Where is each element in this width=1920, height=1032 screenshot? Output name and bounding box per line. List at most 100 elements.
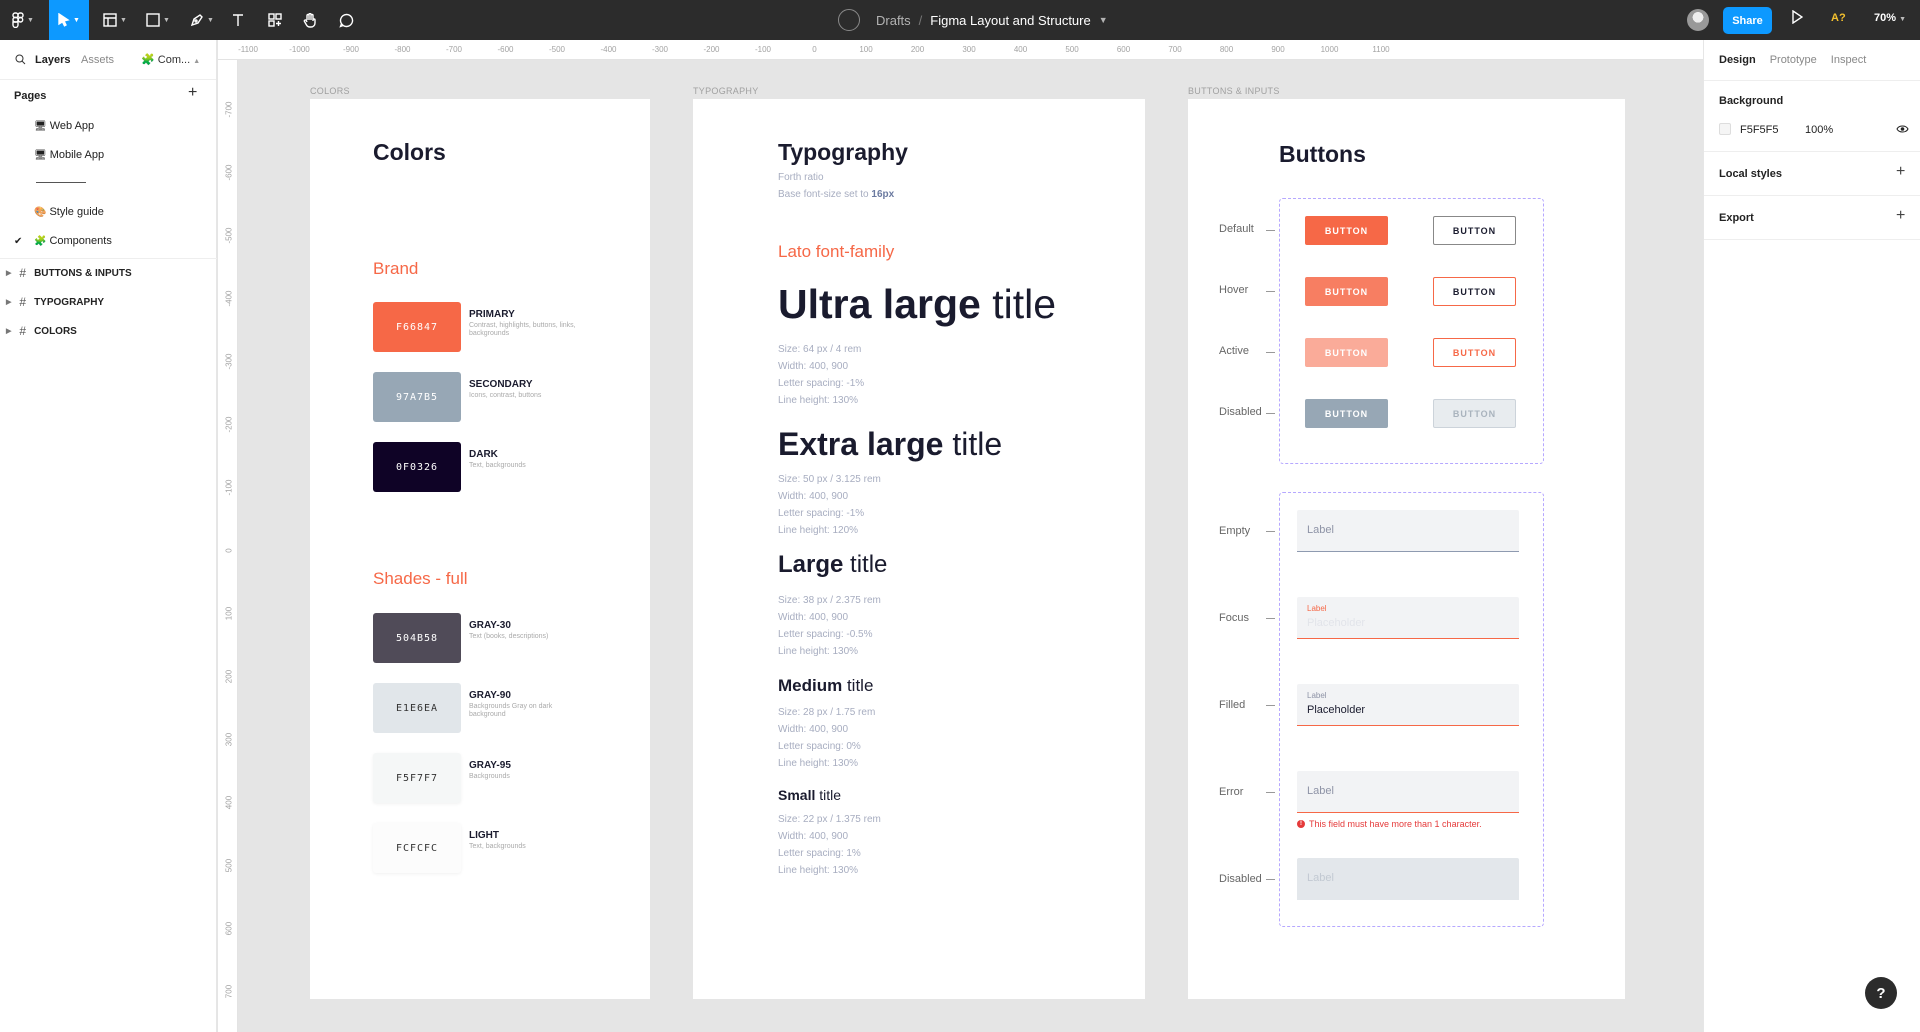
type-spec-line: Line height: 130% bbox=[778, 646, 859, 657]
frame-tool-button[interactable]: ▼ bbox=[96, 0, 134, 40]
secondary-button[interactable]: BUTTON bbox=[1433, 399, 1516, 428]
color-swatch[interactable]: E1E6EA bbox=[373, 683, 461, 733]
caret-right-icon[interactable]: ▶ bbox=[6, 298, 11, 306]
zoom-dropdown[interactable]: 70% ▼ bbox=[1874, 12, 1906, 24]
color-swatch[interactable]: 97A7B5 bbox=[373, 372, 461, 422]
page-label: Components bbox=[49, 235, 112, 247]
desktop-icon: 🖥 bbox=[34, 121, 47, 132]
ruler-tick-label: -700 bbox=[224, 101, 234, 118]
text-input[interactable]: Label bbox=[1297, 771, 1519, 813]
type-sample-regular: title bbox=[943, 426, 1003, 462]
pen-tool-button[interactable]: ▼ bbox=[183, 0, 221, 40]
background-opacity-input[interactable]: 100% bbox=[1805, 124, 1833, 136]
ruler-tick-label: 100 bbox=[224, 606, 234, 621]
page-mobile-app[interactable]: 🖥 Mobile App bbox=[34, 149, 104, 161]
add-export-icon[interactable]: + bbox=[1896, 207, 1905, 225]
color-swatch[interactable]: 0F0326 bbox=[373, 442, 461, 492]
type-spec-line: Letter spacing: -1% bbox=[778, 508, 865, 519]
type-spec-line: Size: 22 px / 1.375 rem bbox=[778, 814, 881, 825]
frame-label-typography[interactable]: TYPOGRAPHY bbox=[693, 86, 759, 96]
page-web-app[interactable]: 🖥 Web App bbox=[34, 120, 94, 132]
colors-frame[interactable]: Colors Brand F66847 PRIMARY Contrast, high… bbox=[310, 99, 650, 999]
right-panel: Design Prototype Inspect Background F5F5… bbox=[1703, 40, 1920, 1032]
color-name: DARK bbox=[469, 449, 498, 460]
search-icon[interactable] bbox=[15, 54, 26, 65]
add-local-style-icon[interactable]: + bbox=[1896, 163, 1905, 181]
color-name: LIGHT bbox=[469, 830, 499, 841]
type-specs: Size: 64 px / 4 rem Width: 400, 900 Letter… bbox=[778, 341, 864, 409]
tab-design[interactable]: Design bbox=[1719, 54, 1756, 66]
background-color-swatch[interactable] bbox=[1719, 123, 1731, 135]
share-button[interactable]: Share bbox=[1723, 7, 1772, 34]
present-button[interactable] bbox=[1791, 9, 1804, 29]
tab-assets[interactable]: Assets bbox=[81, 54, 114, 66]
color-swatch[interactable]: 504B58 bbox=[373, 613, 461, 663]
breadcrumb-drafts[interactable]: Drafts bbox=[876, 13, 911, 28]
frame-label-buttons-inputs[interactable]: BUTTONS & INPUTS bbox=[1188, 86, 1280, 96]
text-input[interactable]: Label bbox=[1297, 510, 1519, 552]
color-swatch[interactable]: F5F7F7 bbox=[373, 753, 461, 803]
tab-components-dropdown[interactable]: 🧩 Com... ▲ bbox=[141, 53, 200, 66]
layer-colors[interactable]: ▶ # COLORS bbox=[6, 324, 77, 338]
add-page-icon[interactable]: + bbox=[188, 84, 197, 102]
right-panel-tabs: Design Prototype Inspect bbox=[1719, 54, 1866, 66]
primary-button[interactable]: BUTTON bbox=[1305, 216, 1388, 245]
type-spec-line: Size: 64 px / 4 rem bbox=[778, 344, 862, 355]
color-swatch[interactable]: F66847 bbox=[373, 302, 461, 352]
tab-layers[interactable]: Layers bbox=[35, 54, 70, 66]
tab-inspect[interactable]: Inspect bbox=[1831, 54, 1866, 66]
typography-frame[interactable]: Typography Forth ratio Base font-size se… bbox=[693, 99, 1145, 999]
type-spec-line: Width: 400, 900 bbox=[778, 724, 849, 735]
frame-label-colors[interactable]: COLORS bbox=[310, 86, 350, 96]
primary-button[interactable]: BUTTON bbox=[1305, 399, 1388, 428]
text-input[interactable]: Label Placeholder bbox=[1297, 597, 1519, 639]
type-sample-bold: Medium bbox=[778, 676, 843, 695]
button-state-label: Active bbox=[1219, 345, 1249, 357]
ruler-tick-label: 600 bbox=[224, 921, 234, 936]
type-spec-line: Letter spacing: 0% bbox=[778, 741, 861, 752]
ruler-tick-label: 600 bbox=[1116, 45, 1131, 54]
file-name[interactable]: Figma Layout and Structure bbox=[930, 13, 1090, 28]
pen-icon bbox=[190, 14, 203, 27]
help-button[interactable]: ? bbox=[1865, 977, 1897, 1009]
text-input[interactable]: Label Placeholder bbox=[1297, 684, 1519, 726]
comment-tool-button[interactable] bbox=[333, 0, 359, 40]
type-spec-line: Width: 400, 900 bbox=[778, 491, 849, 502]
buttons-frame[interactable]: Buttons Default BUTTON BUTTON Hover BUTTON BU… bbox=[1188, 99, 1625, 999]
canvas[interactable]: -1100 -1000 -900 -800 -700 -600 -500 -400 -300 -2… bbox=[218, 40, 1703, 1032]
primary-button[interactable]: BUTTON bbox=[1305, 338, 1388, 367]
primary-button[interactable]: BUTTON bbox=[1305, 277, 1388, 306]
background-hex-input[interactable]: F5F5F5 bbox=[1740, 124, 1779, 136]
page-components[interactable]: 🧩 Components bbox=[34, 235, 112, 247]
color-description: Text, backgrounds bbox=[469, 462, 526, 469]
shape-tool-button[interactable]: ▼ bbox=[139, 0, 177, 40]
avatar[interactable] bbox=[1687, 9, 1709, 31]
pages-heading: Pages bbox=[14, 90, 47, 102]
text-tool-button[interactable] bbox=[225, 0, 251, 40]
secondary-button[interactable]: BUTTON bbox=[1433, 277, 1516, 306]
figma-menu-button[interactable]: ▼ bbox=[6, 0, 40, 40]
hand-tool-button[interactable] bbox=[297, 0, 323, 40]
resources-tool-button[interactable] bbox=[262, 0, 288, 40]
button-state-label: Disabled bbox=[1219, 406, 1262, 418]
secondary-button[interactable]: BUTTON bbox=[1433, 216, 1516, 245]
background-heading: Background bbox=[1719, 95, 1784, 107]
fonts-badge[interactable]: A? bbox=[1831, 12, 1846, 24]
tab-prototype[interactable]: Prototype bbox=[1770, 54, 1817, 66]
layer-buttons-inputs[interactable]: ▶ # BUTTONS & INPUTS bbox=[6, 266, 132, 280]
zoom-value: 70% bbox=[1874, 12, 1897, 24]
caret-right-icon[interactable]: ▶ bbox=[6, 327, 11, 335]
caret-right-icon[interactable]: ▶ bbox=[6, 269, 11, 277]
eye-icon[interactable] bbox=[1896, 124, 1909, 134]
ruler-tick-label: 700 bbox=[1168, 45, 1182, 54]
desktop-icon: 🖥 bbox=[34, 150, 47, 161]
chevron-down-icon[interactable]: ▼ bbox=[1099, 15, 1108, 25]
page-style-guide[interactable]: 🎨 Style guide bbox=[34, 206, 104, 218]
text-input[interactable]: Label bbox=[1297, 858, 1519, 900]
layer-typography[interactable]: ▶ # TYPOGRAPHY bbox=[6, 295, 104, 309]
type-spec-line: Line height: 120% bbox=[778, 525, 859, 536]
color-swatch[interactable]: FCFCFC bbox=[373, 823, 461, 873]
state-connector bbox=[1266, 531, 1275, 532]
move-tool-button[interactable]: ▼ bbox=[49, 0, 89, 40]
secondary-button[interactable]: BUTTON bbox=[1433, 338, 1516, 367]
